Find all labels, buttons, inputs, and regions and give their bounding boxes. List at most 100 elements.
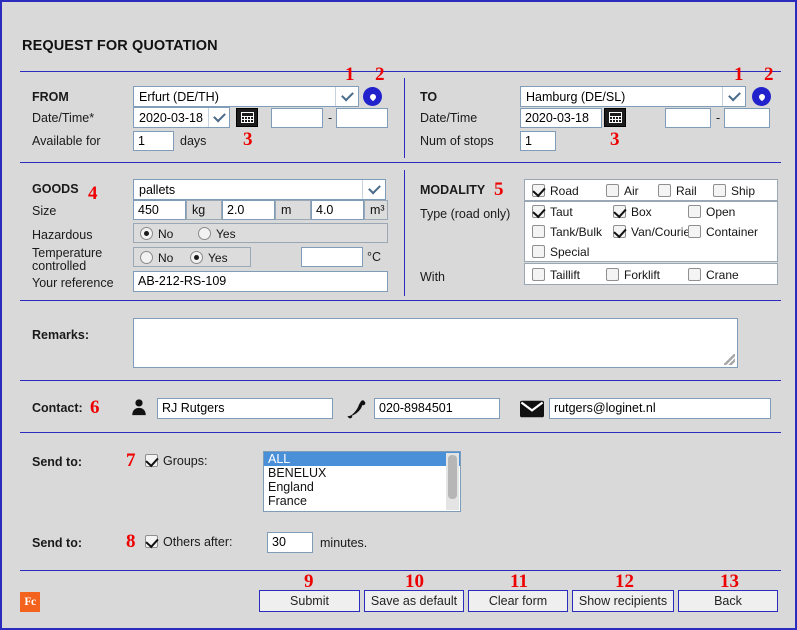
- label-box: Box: [631, 205, 652, 219]
- modality-transport-group: Road Air Rail Ship: [524, 179, 778, 201]
- checkbox-taut[interactable]: [532, 205, 545, 218]
- scrollbar-thumb[interactable]: [448, 455, 457, 499]
- marker-11-clear-form: 11: [510, 571, 528, 592]
- clear-form-button[interactable]: Clear form: [468, 590, 568, 612]
- goods-reference-input[interactable]: AB-212-RS-109: [133, 271, 388, 292]
- from-map-pin-button[interactable]: [363, 87, 382, 106]
- to-map-pin-button[interactable]: [752, 87, 771, 106]
- to-time-start-input[interactable]: [665, 108, 711, 128]
- to-calendar-button[interactable]: [604, 108, 626, 127]
- marker-7-groups: 7: [126, 450, 136, 471]
- checkbox-special[interactable]: [532, 245, 545, 258]
- contact-name-input[interactable]: RJ Rutgers: [157, 398, 333, 419]
- label-container: Container: [706, 225, 759, 239]
- hazardous-no-label: No: [158, 227, 174, 241]
- goods-length-unit: m: [275, 200, 311, 220]
- modality-type-group: Taut Box Open Tank/Bulk Van/Courier Cont…: [524, 201, 778, 262]
- goods-volume-unit: m³: [364, 200, 388, 220]
- checkbox-van-courier[interactable]: [613, 225, 626, 238]
- label-ship: Ship: [731, 184, 756, 198]
- list-item[interactable]: BENELUX: [264, 466, 460, 480]
- show-recipients-button[interactable]: Show recipients: [572, 590, 674, 612]
- goods-length-input[interactable]: 2.0: [222, 200, 275, 220]
- app-logo: Fc: [20, 592, 40, 612]
- from-time-start-input[interactable]: [271, 108, 323, 128]
- chevron-down-icon[interactable]: [362, 180, 385, 199]
- to-date-input[interactable]: 2020-03-18: [520, 108, 602, 128]
- to-label: TO: [420, 90, 438, 104]
- contact-phone-input[interactable]: 020-8984501: [374, 398, 500, 419]
- remarks-textarea[interactable]: [133, 318, 738, 368]
- goods-reference-label: Your reference: [32, 276, 114, 290]
- checkbox-ship[interactable]: [713, 184, 726, 197]
- from-date-select[interactable]: 2020-03-18: [133, 107, 230, 128]
- mail-icon: [520, 400, 544, 418]
- goods-volume-input[interactable]: 4.0: [311, 200, 364, 220]
- list-item[interactable]: England: [264, 480, 460, 494]
- hazardous-no-radio[interactable]: [140, 227, 153, 240]
- divider-header: [20, 71, 781, 72]
- checkbox-road[interactable]: [532, 184, 545, 197]
- goods-temperature-label: Temperature controlled: [32, 247, 102, 273]
- groups-checkbox[interactable]: [145, 454, 158, 467]
- divider-goods-columns: [404, 170, 405, 296]
- chevron-down-icon[interactable]: [208, 108, 229, 127]
- checkbox-rail[interactable]: [658, 184, 671, 197]
- label-road: Road: [550, 184, 579, 198]
- label-tank-bulk: Tank/Bulk: [550, 225, 603, 239]
- modality-with-label: With: [420, 270, 445, 284]
- goods-weight-input[interactable]: 450: [133, 200, 186, 220]
- hazardous-yes-radio[interactable]: [198, 227, 211, 240]
- others-checkbox-label: Others after:: [163, 535, 233, 549]
- checkbox-air[interactable]: [606, 184, 619, 197]
- temperature-value-input[interactable]: [301, 247, 363, 267]
- from-location-select[interactable]: Erfurt (DE/TH): [133, 86, 359, 107]
- checkbox-open[interactable]: [688, 205, 701, 218]
- to-num-stops-input[interactable]: 1: [520, 131, 556, 151]
- back-button[interactable]: Back: [678, 590, 778, 612]
- chevron-down-icon[interactable]: [722, 87, 745, 106]
- temperature-yes-radio[interactable]: [190, 251, 203, 264]
- from-time-end-input[interactable]: [336, 108, 388, 128]
- label-crane: Crane: [706, 268, 739, 282]
- to-stops-label: Num of stops: [420, 134, 494, 148]
- goods-type-value: pallets: [139, 182, 176, 197]
- phone-icon: [347, 400, 366, 419]
- goods-type-select[interactable]: pallets: [133, 179, 386, 200]
- checkbox-box[interactable]: [613, 205, 626, 218]
- calendar-icon: [608, 112, 622, 123]
- to-time-end-input[interactable]: [724, 108, 770, 128]
- calendar-icon: [240, 112, 254, 123]
- from-calendar-button[interactable]: [236, 108, 258, 127]
- divider-remarks: [20, 380, 781, 381]
- from-available-label: Available for: [32, 134, 101, 148]
- save-as-default-button[interactable]: Save as default: [364, 590, 464, 612]
- chevron-down-icon[interactable]: [335, 87, 358, 106]
- checkbox-forklift[interactable]: [606, 268, 619, 281]
- checkbox-tank-bulk[interactable]: [532, 225, 545, 238]
- groups-listbox[interactable]: ALL BENELUX England France: [263, 451, 461, 512]
- list-item[interactable]: ALL: [264, 452, 460, 466]
- contact-email-input[interactable]: rutgers@loginet.nl: [549, 398, 771, 419]
- checkbox-taillift[interactable]: [532, 268, 545, 281]
- marker-12-show-recipients: 12: [615, 571, 634, 592]
- list-item[interactable]: France: [264, 494, 460, 508]
- others-checkbox[interactable]: [145, 535, 158, 548]
- others-minutes-input[interactable]: 30: [267, 532, 313, 553]
- goods-hazardous-label: Hazardous: [32, 228, 93, 242]
- groups-scrollbar[interactable]: [446, 453, 459, 510]
- resize-grip-icon[interactable]: [724, 354, 735, 365]
- marker-3-to: 3: [610, 129, 620, 150]
- marker-6-contact: 6: [90, 397, 100, 418]
- marker-1-from: 1: [345, 64, 355, 85]
- checkbox-crane[interactable]: [688, 268, 701, 281]
- modality-label: MODALITY: [420, 183, 486, 197]
- temperature-no-radio[interactable]: [140, 251, 153, 264]
- divider-contact: [20, 432, 781, 433]
- person-icon: [132, 399, 146, 416]
- to-location-select[interactable]: Hamburg (DE/SL): [520, 86, 746, 107]
- checkbox-container[interactable]: [688, 225, 701, 238]
- from-available-days-input[interactable]: 1: [133, 131, 174, 151]
- submit-button[interactable]: Submit: [259, 590, 360, 612]
- label-taillift: Taillift: [550, 268, 581, 282]
